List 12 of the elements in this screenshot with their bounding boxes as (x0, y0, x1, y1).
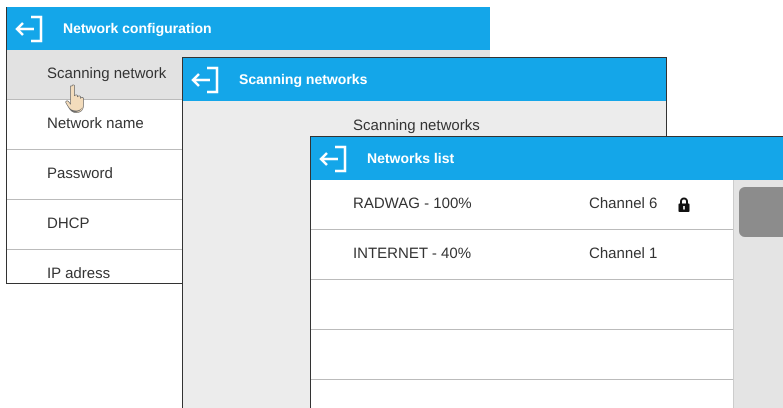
scrollbar[interactable] (733, 180, 783, 408)
channel-label: Channel 1 (589, 244, 658, 264)
window-title: Scanning networks (239, 70, 368, 89)
network-row[interactable]: RADWAG - 100% Channel 6 (311, 180, 733, 230)
window-title: Network configuration (63, 19, 212, 38)
network-name: INTERNET - 40% (353, 244, 472, 264)
hand-cursor-icon (64, 84, 87, 114)
channel-label: Channel 6 (589, 194, 658, 214)
scroll-thumb[interactable] (739, 187, 783, 237)
network-name: RADWAG - 100% (353, 194, 473, 214)
status-message: Scanning networks (353, 117, 480, 134)
window-title: Networks list (367, 149, 454, 168)
